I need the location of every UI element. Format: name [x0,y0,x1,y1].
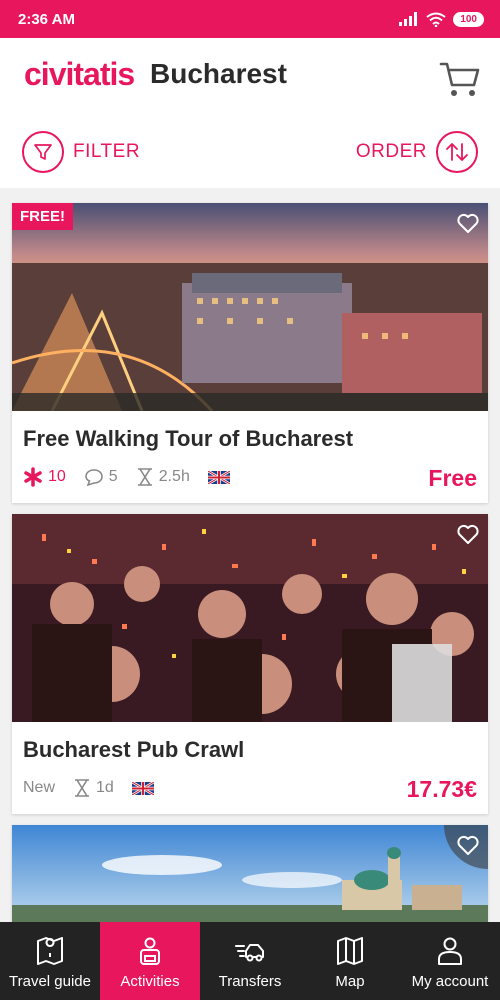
hourglass-icon [137,468,152,486]
nav-activities[interactable]: Activities [100,922,200,1000]
nav-travel-guide[interactable]: Travel guide [0,922,100,1000]
comments-count: 5 [108,468,118,485]
activity-title: Free Walking Tour of Bucharest [23,426,354,451]
party-photo [12,514,488,722]
favorite-heart-icon[interactable] [456,211,480,235]
activity-meta: New 1d [23,778,154,798]
rating: 10 [23,467,66,487]
bottom-nav: Travel guide Activities Transfers Map My… [0,922,500,1000]
battery-icon: 100 [453,11,484,27]
uk-flag-icon [207,470,230,484]
page-title: Bucharest [150,58,287,89]
person-icon [140,937,160,965]
city-photo [12,203,488,411]
activity-image [12,825,488,922]
favorite-heart-icon[interactable] [456,522,480,546]
nav-map[interactable]: Map [300,922,400,1000]
nav-label: Transfers [218,973,282,990]
comments: 5 [84,468,118,486]
new-badge: New [23,779,56,796]
cathedral-photo [12,825,488,922]
activity-meta: 10 5 2.5h [23,467,230,487]
nav-label: Map [335,973,365,990]
nav-label: Activities [120,973,180,990]
status-bar: 2:36 AM 100 [0,0,500,38]
rating-value: 10 [48,468,66,485]
activity-title: Bucharest Pub Crawl [23,737,245,762]
price: 17.73€ [406,776,477,802]
comment-icon [84,469,103,486]
duration-value: 1d [96,779,114,796]
status-time: 2:36 AM [18,10,75,28]
map-icon [337,937,363,965]
header: civitatis Bucharest FILTER ORDER [0,38,500,188]
nav-my-account[interactable]: My account [400,922,500,1000]
cart-icon[interactable] [438,56,482,100]
activity-image: FREE! [12,203,488,411]
duration: 1d [73,778,114,798]
filter-button[interactable]: FILTER [22,131,140,173]
activity-image [12,514,488,722]
filter-label: FILTER [73,141,141,162]
user-icon [438,937,462,965]
duration: 2.5h [136,467,190,487]
order-button[interactable]: ORDER [356,131,478,173]
signal-icon [399,12,418,26]
sort-icon [436,131,478,173]
activity-card[interactable]: FREE! Free Walking Tour of Bucharest 10 … [12,203,488,503]
duration-value: 2.5h [158,468,190,485]
order-label: ORDER [355,141,427,162]
asterisk-icon [24,467,42,487]
free-badge: FREE! [12,203,73,230]
map-book-icon [37,937,63,965]
app-logo[interactable]: civitatis [24,56,135,93]
activity-card[interactable] [12,825,488,922]
favorite-heart-icon[interactable] [456,833,480,857]
nav-label: My account [411,973,489,990]
activity-card[interactable]: Bucharest Pub Crawl New 1d 17.73€ [12,514,488,814]
car-icon [235,944,264,962]
nav-label: Travel guide [9,973,91,990]
price: Free [428,465,477,491]
nav-transfers[interactable]: Transfers [200,922,300,1000]
hourglass-icon [75,779,90,797]
status-icons: 100 [399,11,484,27]
uk-flag-icon [131,781,154,795]
filter-icon [22,131,64,173]
wifi-icon [426,12,446,27]
